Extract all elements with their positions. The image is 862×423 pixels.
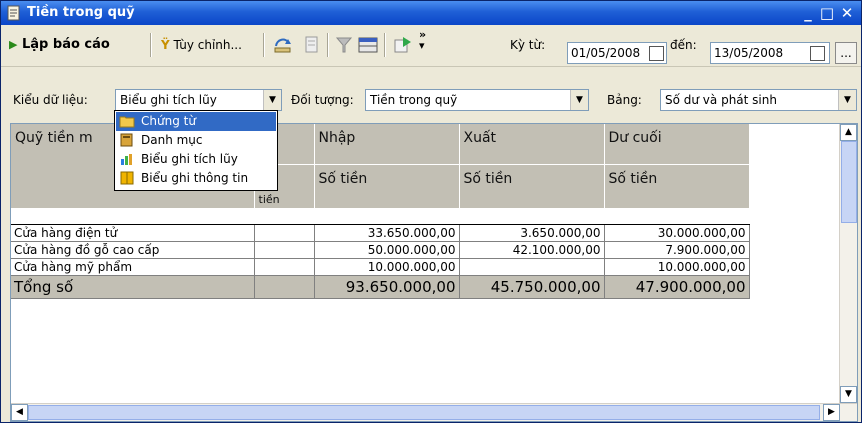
- toolbar-separator: [263, 33, 265, 57]
- scroll-thumb[interactable]: [28, 405, 820, 420]
- chevron-down-icon[interactable]: ▼: [570, 90, 588, 110]
- total-label: Tổng số: [11, 275, 255, 299]
- chevron-down-icon[interactable]: ▼: [263, 90, 281, 110]
- horizontal-scrollbar[interactable]: ◀ ▶: [11, 403, 857, 421]
- dropdown-item-label: Biểu ghi thông tin: [141, 171, 249, 185]
- row-unit: [254, 241, 315, 259]
- row-import: 50.000.000,00: [314, 241, 460, 259]
- row-export: 3.650.000,00: [459, 224, 605, 242]
- export-icon[interactable]: [393, 36, 413, 54]
- column-header-amount: Số tiền: [459, 164, 605, 209]
- column-group-balance: Dư cuối: [604, 124, 750, 165]
- generate-report-label: Lập báo cáo: [22, 37, 110, 52]
- more-tools-icon[interactable]: » ▾: [419, 29, 426, 51]
- object-select[interactable]: Tiền trong quỹ ▼: [365, 89, 589, 111]
- refresh-icon[interactable]: [273, 36, 293, 54]
- close-button[interactable]: ✕: [837, 3, 857, 23]
- column-group-export: Xuất: [459, 124, 605, 165]
- chevron-down-icon[interactable]: ▼: [838, 90, 856, 110]
- data-type-dropdown[interactable]: Chứng từ Danh mục Biểu ghi tích lũy Biểu…: [114, 110, 278, 191]
- column-header-amount: Số tiền: [604, 164, 750, 209]
- scroll-left-icon[interactable]: ◀: [11, 404, 28, 421]
- row-import: 10.000.000,00: [314, 258, 460, 276]
- row-balance: 30.000.000,00: [604, 224, 750, 242]
- more-options-button[interactable]: ...: [835, 42, 857, 64]
- scroll-up-icon[interactable]: ▲: [840, 124, 857, 141]
- object-label: Đối tượng:: [291, 93, 354, 107]
- minimize-button[interactable]: _: [798, 3, 818, 23]
- row-export: 42.100.000,00: [459, 241, 605, 259]
- vertical-scrollbar[interactable]: ▲ ▼: [839, 124, 857, 403]
- row-export: [459, 258, 605, 276]
- from-date-value: 01/05/2008: [571, 46, 641, 60]
- filter-icon[interactable]: [335, 36, 353, 54]
- to-date-field[interactable]: 13/05/2008: [710, 42, 830, 64]
- scroll-down-icon[interactable]: ▼: [840, 386, 857, 403]
- customize-icon: Ÿ: [161, 38, 170, 52]
- object-value: Tiền trong quỹ: [370, 93, 458, 107]
- empty-header: [749, 124, 839, 208]
- calendar-icon[interactable]: [649, 46, 664, 61]
- total-row[interactable]: Tổng số 93.650.000,00 45.750.000,00 47.9…: [11, 275, 839, 299]
- row-name: Cửa hàng đồ gỗ cao cấp: [11, 241, 255, 259]
- info-book-icon: [120, 171, 134, 185]
- report-window: Tiền trong quỹ _ □ ✕ ▶ Lập báo cáo Ÿ Tùy…: [0, 0, 862, 423]
- dropdown-item-info[interactable]: Biểu ghi thông tin: [116, 169, 276, 188]
- column-group-import: Nhập: [314, 124, 460, 165]
- toolbar: ▶ Lập báo cáo Ÿ Tùy chỉnh... » ▾ Kỳ từ: …: [1, 25, 861, 67]
- table-row[interactable]: Cửa hàng đồ gỗ cao cấp 50.000.000,00 42.…: [11, 241, 839, 259]
- table-select[interactable]: Số dư và phát sinh ▼: [660, 89, 857, 111]
- period-to-label: đến:: [670, 38, 697, 52]
- period-from-label: Kỳ từ:: [510, 38, 546, 52]
- more-options-label: ...: [840, 46, 852, 60]
- table-row[interactable]: Cửa hàng điện tử 33.650.000,00 3.650.000…: [11, 224, 839, 242]
- total-import: 93.650.000,00: [314, 275, 460, 299]
- row-balance: 10.000.000,00: [604, 258, 750, 276]
- row-name: Cửa hàng điện tử: [11, 224, 255, 242]
- total-unit: [254, 275, 315, 299]
- dropdown-item-accumulation[interactable]: Biểu ghi tích lũy: [116, 150, 276, 169]
- table-label: Bảng:: [607, 93, 642, 107]
- scroll-thumb[interactable]: [841, 141, 857, 223]
- data-type-label: Kiểu dữ liệu:: [13, 93, 88, 107]
- generate-report-button[interactable]: ▶ Lập báo cáo: [9, 35, 110, 55]
- to-date-value: 13/05/2008: [714, 46, 784, 60]
- from-date-field[interactable]: 01/05/2008: [567, 42, 667, 64]
- maximize-button[interactable]: □: [817, 3, 837, 23]
- document-icon[interactable]: [303, 36, 321, 54]
- toolbar-separator: [150, 33, 152, 57]
- dropdown-item-label: Biểu ghi tích lũy: [141, 152, 238, 166]
- calendar-icon[interactable]: [810, 46, 825, 61]
- total-balance: 47.900.000,00: [604, 275, 750, 299]
- folder-icon: [119, 116, 135, 128]
- toolbar-separator: [327, 33, 329, 57]
- column-header-amount: Số tiền: [314, 164, 460, 209]
- window-title: Tiền trong quỹ: [27, 5, 135, 20]
- row-name: Cửa hàng mỹ phẩm: [11, 258, 255, 276]
- total-export: 45.750.000,00: [459, 275, 605, 299]
- book-icon: [120, 133, 133, 147]
- row-import: 33.650.000,00: [314, 224, 460, 242]
- row-unit: [254, 258, 315, 276]
- accumulation-icon: [121, 154, 132, 165]
- dropdown-item-documents[interactable]: Chứng từ: [116, 112, 276, 131]
- play-icon: ▶: [9, 38, 18, 51]
- scroll-right-icon[interactable]: ▶: [823, 404, 840, 421]
- title-bar: Tiền trong quỹ _ □ ✕: [1, 1, 861, 25]
- dropdown-item-label: Danh mục: [141, 133, 203, 147]
- table-view-icon[interactable]: [358, 36, 378, 54]
- row-balance: 7.900.000,00: [604, 241, 750, 259]
- data-type-value: Biểu ghi tích lũy: [120, 93, 217, 107]
- dropdown-item-label: Chứng từ: [141, 114, 196, 128]
- dropdown-item-catalog[interactable]: Danh mục: [116, 131, 276, 150]
- table-row[interactable]: Cửa hàng mỹ phẩm 10.000.000,00 10.000.00…: [11, 258, 839, 276]
- customize-button[interactable]: Ÿ Tùy chỉnh...: [161, 35, 242, 55]
- data-type-select[interactable]: Biểu ghi tích lũy ▼: [115, 89, 282, 111]
- row-unit: [254, 224, 315, 242]
- report-icon: [7, 5, 20, 21]
- customize-label: Tùy chỉnh...: [173, 38, 242, 52]
- toolbar-separator: [384, 33, 386, 57]
- table-value: Số dư và phát sinh: [665, 93, 777, 107]
